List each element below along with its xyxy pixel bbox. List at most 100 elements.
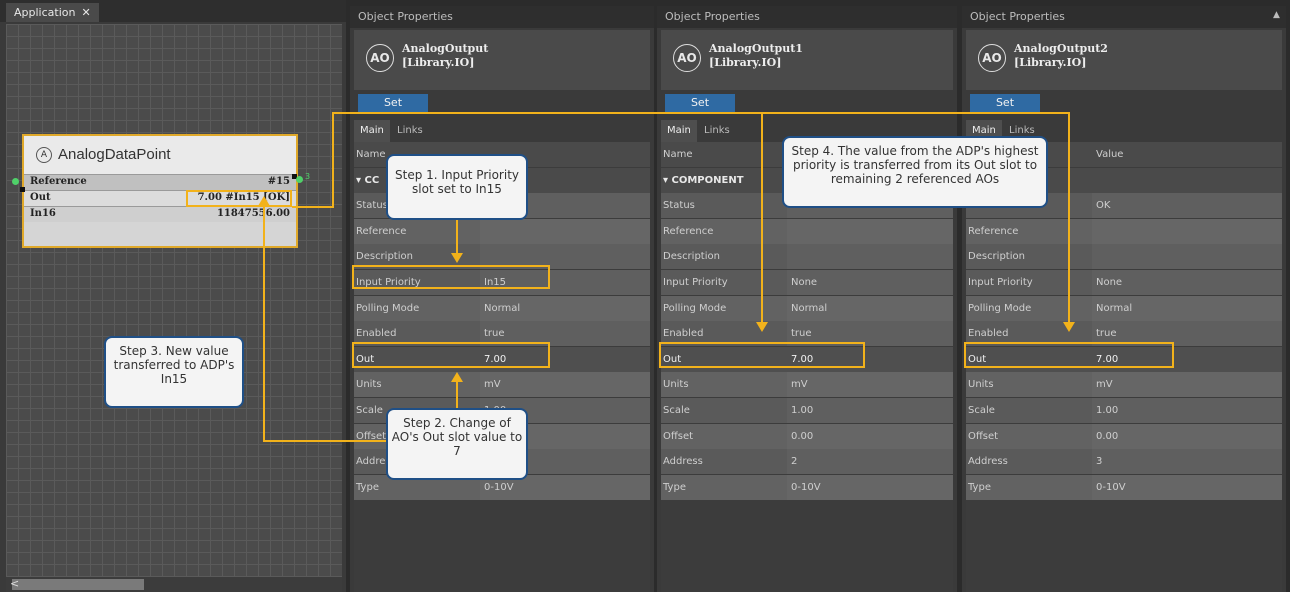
property-name: Units [661,372,787,398]
callout-step3: Step 3. New value transferred to ADP's I… [104,336,244,408]
property-value[interactable]: 0.00 [1092,423,1282,449]
property-value[interactable]: Normal [1092,295,1282,321]
out-highlight-panel3 [964,342,1174,368]
adp-title: AnalogDataPoint [58,146,171,163]
arrow-to-panel2 [756,322,768,332]
property-value[interactable]: mV [480,372,650,398]
tab-main[interactable]: Main [661,120,697,142]
panel-menu-icon[interactable]: ▲ [1273,10,1280,20]
property-value[interactable]: 0-10V [1092,474,1282,500]
adp-input-pin[interactable] [12,178,19,185]
panel-title: Object Properties [962,6,1286,28]
adp-header: A AnalogDataPoint [24,136,296,174]
property-value[interactable]: 0-10V [787,474,953,500]
arrow-step2 [451,372,463,382]
property-row[interactable]: Description [661,244,953,270]
property-name: Offset [661,423,787,449]
property-value[interactable]: 2 [787,449,953,475]
set-button[interactable]: Set [665,94,735,112]
adp-slot-reference[interactable]: Reference #15 [24,174,296,190]
set-button[interactable]: Set [970,94,1040,112]
close-icon[interactable]: ✕ [81,6,90,19]
property-value[interactable] [1092,167,1282,193]
wiresheet-canvas[interactable] [6,24,342,580]
property-name: Type [966,474,1092,500]
property-value[interactable]: OK [1092,193,1282,219]
property-row[interactable]: Type 0-10V [966,474,1282,500]
property-name: Polling Mode [354,295,480,321]
property-value[interactable]: None [787,270,953,295]
wire-step2-vertical [263,206,265,442]
wire-vertical-left [332,112,334,208]
property-row[interactable]: Polling Mode Normal [966,295,1282,321]
adp-out-highlight [186,190,292,207]
adp-slot-label: Reference [30,176,87,187]
property-row[interactable]: Input Priority None [966,270,1282,295]
property-row[interactable]: Scale1.00 [661,398,953,423]
property-name: Polling Mode [661,295,787,321]
set-button[interactable]: Set [358,94,428,112]
property-value[interactable]: 3 [1092,449,1282,475]
adp-input-handle[interactable] [20,187,25,192]
tab-links[interactable]: Links [391,120,429,142]
scroll-left-icon[interactable]: < [10,577,19,590]
scrollbar-thumb[interactable] [12,579,144,590]
property-name: Address [966,449,1092,475]
property-name: Description [661,244,787,270]
property-row[interactable]: Type 0-10V [661,474,953,500]
callout-step4: Step 4. The value from the ADP's highest… [782,136,1048,208]
property-name: Scale [966,398,1092,423]
property-row[interactable]: Description [966,244,1282,270]
adp-slot-in16[interactable]: In16 11847556.00 [24,206,296,222]
property-value[interactable]: Value [1092,142,1282,167]
adp-output-pin-label: 3 [305,172,311,181]
property-row[interactable]: Units mV [661,372,953,398]
property-name: Status [661,193,787,219]
property-row[interactable]: Units mV [354,372,650,398]
tab-application[interactable]: Application ✕ [6,3,99,22]
tab-links[interactable]: Links [698,120,736,142]
object-name: AnalogOutput [402,42,489,55]
property-name: Reference [966,218,1092,244]
property-value[interactable]: mV [787,372,953,398]
wire-top [332,112,1070,114]
out-highlight-panel1 [352,342,550,368]
property-value[interactable] [1092,244,1282,270]
property-value[interactable]: None [1092,270,1282,295]
property-value[interactable] [787,244,953,270]
tab-main[interactable]: Main [354,120,390,142]
property-row[interactable]: Reference [354,218,650,244]
property-name: Address [661,449,787,475]
property-row[interactable]: Input Priority None [661,270,953,295]
adp-output-pin[interactable] [296,176,303,183]
property-row[interactable]: Address 2 [661,449,953,475]
property-value[interactable]: 1.00 [787,398,953,423]
object-properties-panel-1: Object Properties AO AnalogOutput [Libra… [350,6,654,592]
property-row[interactable]: Offset 0.00 [966,423,1282,449]
object-library: [Library.IO] [1014,56,1087,69]
property-value[interactable]: Normal [787,295,953,321]
property-row[interactable]: Offset 0.00 [661,423,953,449]
property-name: Reference [661,218,787,244]
property-row[interactable]: Reference [966,218,1282,244]
property-value[interactable] [480,218,650,244]
property-value[interactable] [1092,218,1282,244]
property-value[interactable]: 1.00 [1092,398,1282,423]
property-value[interactable]: Normal [480,295,650,321]
object-name: AnalogOutput2 [1014,42,1108,55]
analog-output-icon: AO [366,44,394,72]
property-row[interactable]: Scale1.00 [966,398,1282,423]
property-value[interactable]: 0.00 [787,423,953,449]
property-value[interactable] [787,218,953,244]
property-name: Units [966,372,1092,398]
property-row[interactable]: Units mV [966,372,1282,398]
object-header: AO AnalogOutput2 [Library.IO] [966,30,1282,90]
property-row[interactable]: Address 3 [966,449,1282,475]
object-properties-panel-2: Object Properties AO AnalogOutput1 [Libr… [657,6,957,592]
property-row[interactable]: Reference [661,218,953,244]
property-value[interactable]: mV [1092,372,1282,398]
property-row[interactable]: Polling Mode Normal [661,295,953,321]
panel-title: Object Properties [350,6,654,28]
arrow-to-adp-in15 [258,196,270,206]
property-row[interactable]: Polling Mode Normal [354,295,650,321]
